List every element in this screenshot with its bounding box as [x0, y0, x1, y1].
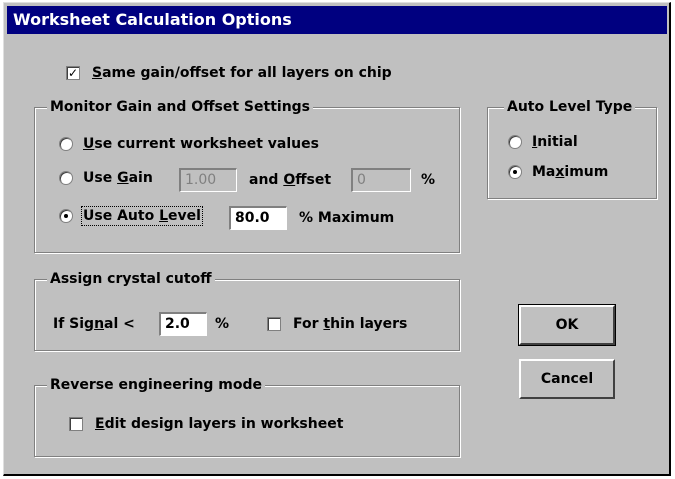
auto-level-type-group: Auto Level Type Initial Maximum	[487, 98, 657, 199]
cancel-button[interactable]: Cancel	[519, 359, 615, 399]
check-mark-icon: ✓	[67, 66, 79, 80]
edit-design-layers-label: Edit design layers in worksheet	[95, 416, 344, 432]
use-current-values-label: Use current worksheet values	[83, 136, 319, 152]
dialog-title: Worksheet Calculation Options	[7, 6, 667, 34]
monitor-group-title: Monitor Gain and Offset Settings	[47, 98, 314, 116]
auto-level-type-title: Auto Level Type	[504, 98, 636, 116]
offset-input[interactable]: 0	[351, 168, 411, 192]
gain-input[interactable]: 1.00	[179, 168, 237, 192]
same-gain-check-box[interactable]: ✓	[66, 66, 80, 80]
radio-button-icon[interactable]	[59, 171, 73, 185]
radio-use-current-values[interactable]: Use current worksheet values	[59, 136, 319, 152]
signal-cutoff-input[interactable]: 2.0	[159, 312, 207, 336]
offset-percent-label: %	[421, 172, 436, 188]
dialog-window: Worksheet Calculation Options ✓ Same gai…	[3, 2, 671, 476]
ok-button[interactable]: OK	[518, 304, 616, 346]
radio-button-selected-icon[interactable]	[59, 209, 73, 223]
thin-layers-label: For thin layers	[293, 316, 408, 332]
offset-label: and Offset	[249, 172, 332, 188]
use-gain-label: Use Gain	[83, 170, 153, 186]
monitor-gain-offset-group: Monitor Gain and Offset Settings Use cur…	[34, 98, 460, 253]
edit-design-check-box[interactable]	[69, 417, 83, 431]
radio-use-gain[interactable]: Use Gain	[59, 170, 153, 186]
radio-initial[interactable]: Initial	[508, 134, 578, 150]
maximum-label: Maximum	[532, 164, 609, 180]
initial-label: Initial	[532, 134, 578, 150]
same-gain-checkbox[interactable]: ✓ Same gain/offset for all layers on chi…	[66, 65, 392, 81]
edit-design-layers-checkbox[interactable]: Edit design layers in worksheet	[69, 416, 343, 432]
use-auto-level-label: Use Auto Level	[81, 206, 203, 226]
reverse-engineering-group: Reverse engineering mode Edit design lay…	[34, 376, 460, 457]
radio-use-auto-level[interactable]: Use Auto Level	[59, 206, 203, 226]
thin-layers-checkbox[interactable]: For thin layers	[267, 316, 407, 332]
auto-level-input[interactable]: 80.0	[229, 206, 287, 230]
radio-button-icon[interactable]	[59, 137, 73, 151]
signal-label: If Signal <	[53, 316, 135, 332]
thin-layers-check-box[interactable]	[267, 317, 281, 331]
crystal-cutoff-title: Assign crystal cutoff	[47, 270, 215, 288]
signal-percent-label: %	[215, 316, 230, 332]
crystal-cutoff-group: Assign crystal cutoff If Signal < 2.0 % …	[34, 270, 460, 351]
reverse-engineering-title: Reverse engineering mode	[47, 376, 266, 394]
radio-button-selected-icon[interactable]	[508, 165, 522, 179]
radio-button-icon[interactable]	[508, 135, 522, 149]
auto-level-suffix: % Maximum	[299, 210, 395, 226]
same-gain-label: Same gain/offset for all layers on chip	[92, 65, 392, 81]
radio-maximum[interactable]: Maximum	[508, 164, 608, 180]
